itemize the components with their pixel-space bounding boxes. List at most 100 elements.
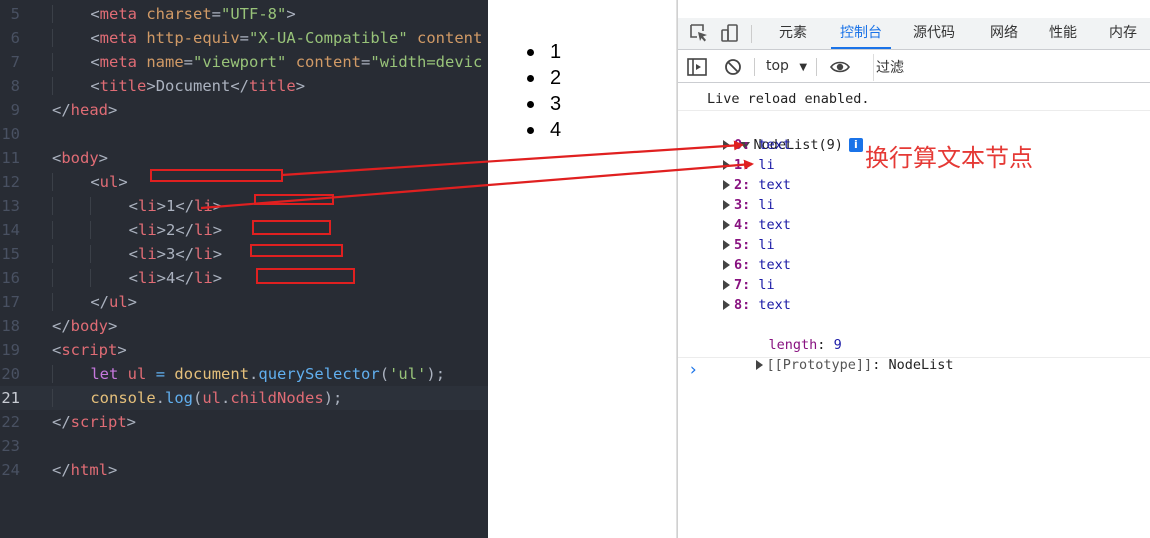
annotation-text: 换行算文本节点: [865, 144, 1033, 172]
code-token: <: [90, 173, 100, 191]
nodelist-entry[interactable]: 0: text: [723, 135, 791, 155]
line-number: 20: [1, 365, 20, 383]
code-line[interactable]: 13 <li>1</li>: [0, 194, 488, 218]
code-token: log: [165, 389, 193, 407]
code-line[interactable]: 24 </html>: [0, 458, 488, 482]
entry-value: text: [758, 297, 791, 313]
code-token: <: [90, 29, 100, 47]
code-editor[interactable]: 5 <meta charset="UTF-8"> 6 <meta http-equ…: [0, 0, 488, 538]
code-token: charset: [146, 5, 212, 23]
code-token: li: [138, 221, 157, 239]
devtools-tab[interactable]: 元素: [776, 18, 810, 49]
list-item: 4: [488, 117, 561, 143]
line-number: 15: [1, 245, 20, 263]
console-prompt[interactable]: ›: [688, 360, 698, 380]
expand-triangle-icon[interactable]: [723, 140, 730, 150]
code-line[interactable]: 5 <meta charset="UTF-8">: [0, 2, 488, 26]
prototype-row[interactable]: [[Prototype]]: NodeList: [723, 335, 953, 395]
code-token: >: [108, 461, 118, 479]
code-token: ul: [202, 389, 222, 407]
code-token: "X-UA-Compatible": [249, 29, 408, 47]
device-toolbar-icon[interactable]: [719, 22, 741, 44]
code-line[interactable]: 9 </head>: [0, 98, 488, 122]
expand-triangle-icon[interactable]: [723, 260, 730, 270]
devtools-tab[interactable]: 网络: [987, 18, 1021, 49]
expand-triangle-icon[interactable]: [723, 160, 730, 170]
colon: :: [742, 237, 759, 253]
code-token: </: [90, 293, 109, 311]
expand-triangle-icon[interactable]: [723, 300, 730, 310]
clear-console-icon[interactable]: [722, 56, 744, 78]
inspect-element-icon[interactable]: [688, 22, 710, 44]
code-line[interactable]: 19 <script>: [0, 338, 488, 362]
info-icon[interactable]: i: [848, 138, 863, 152]
nodelist-entry[interactable]: 4: text: [723, 215, 791, 235]
code-token: li: [194, 197, 213, 215]
nodelist-entry[interactable]: 6: text: [723, 255, 791, 275]
code-token: >: [156, 269, 167, 287]
nodelist-entry[interactable]: 8: text: [723, 295, 791, 315]
code-token: </: [230, 77, 250, 95]
code-token: console: [90, 389, 156, 407]
nodelist-entry[interactable]: 2: text: [723, 175, 791, 195]
code-line[interactable]: 22 </script>: [0, 410, 488, 434]
sidebar-toggle-icon[interactable]: [686, 56, 708, 78]
eye-icon[interactable]: [829, 56, 851, 78]
console-filter-input[interactable]: [873, 54, 1150, 81]
code-line[interactable]: 10: [0, 122, 488, 146]
code-token: <: [90, 53, 100, 71]
code-line[interactable]: 18 </body>: [0, 314, 488, 338]
code-text: <title>Document</title>: [52, 74, 305, 98]
entry-value: li: [758, 197, 775, 213]
code-line[interactable]: 15 <li>3</li>: [0, 242, 488, 266]
line-number: 6: [10, 29, 20, 47]
code-line[interactable]: 7 <meta name="viewport" content="width=d…: [0, 50, 488, 74]
context-selector[interactable]: top ▼: [766, 58, 807, 74]
code-token: </: [52, 317, 71, 335]
code-token: <: [90, 5, 100, 23]
code-token: script: [70, 413, 127, 431]
code-text: <li>4</li>: [52, 266, 222, 290]
code-line[interactable]: 12 <ul>: [0, 170, 488, 194]
code-line[interactable]: 23: [0, 434, 488, 458]
code-line[interactable]: 6 <meta http-equiv="X-UA-Compatible" con…: [0, 26, 488, 50]
expand-triangle-icon[interactable]: [723, 220, 730, 230]
devtools-tab[interactable]: 控制台: [831, 18, 891, 49]
code-token: >: [98, 149, 109, 167]
line-number: 10: [1, 125, 20, 143]
code-token: .: [221, 389, 231, 407]
code-token: >: [212, 245, 223, 263]
code-line[interactable]: 14 <li>2</li>: [0, 218, 488, 242]
line-number: 18: [1, 317, 20, 335]
code-line[interactable]: 11 <body>: [0, 146, 488, 170]
code-line[interactable]: 17 </ul>: [0, 290, 488, 314]
code-text: <meta charset="UTF-8">: [52, 2, 296, 26]
line-number: 24: [1, 461, 20, 479]
expand-triangle-icon[interactable]: [723, 180, 730, 190]
code-line[interactable]: 20 let ul = document.querySelector('ul')…: [0, 362, 488, 386]
code-token: ul: [109, 293, 128, 311]
nodelist-entry[interactable]: 1: li: [723, 155, 775, 175]
nodelist-entry[interactable]: 5: li: [723, 235, 775, 255]
code-token: http-equiv: [146, 29, 240, 47]
code-token: meta: [99, 5, 137, 23]
prototype-key: [[Prototype]]: [766, 357, 873, 373]
expand-triangle-icon[interactable]: [755, 360, 763, 370]
code-token: .: [155, 389, 165, 407]
code-line[interactable]: 8 <title>Document</title>: [0, 74, 488, 98]
devtools-tab[interactable]: 内存: [1106, 18, 1140, 49]
expand-triangle-icon[interactable]: [723, 240, 730, 250]
devtools-tab[interactable]: 性能: [1046, 18, 1080, 49]
code-token: 2: [166, 221, 176, 239]
code-line[interactable]: 21 console.log(ul.childNodes);: [0, 386, 488, 410]
devtools-tab[interactable]: 源代码: [910, 18, 958, 49]
line-number: 14: [1, 221, 20, 239]
console-message: Live reload enabled.: [707, 91, 870, 107]
expand-triangle-icon[interactable]: [723, 200, 730, 210]
code-line[interactable]: 16 <li>4</li>: [0, 266, 488, 290]
expand-triangle-icon[interactable]: [723, 280, 730, 290]
nodelist-entry[interactable]: 3: li: [723, 195, 775, 215]
colon: :: [872, 357, 889, 373]
nodelist-entry[interactable]: 7: li: [723, 275, 775, 295]
